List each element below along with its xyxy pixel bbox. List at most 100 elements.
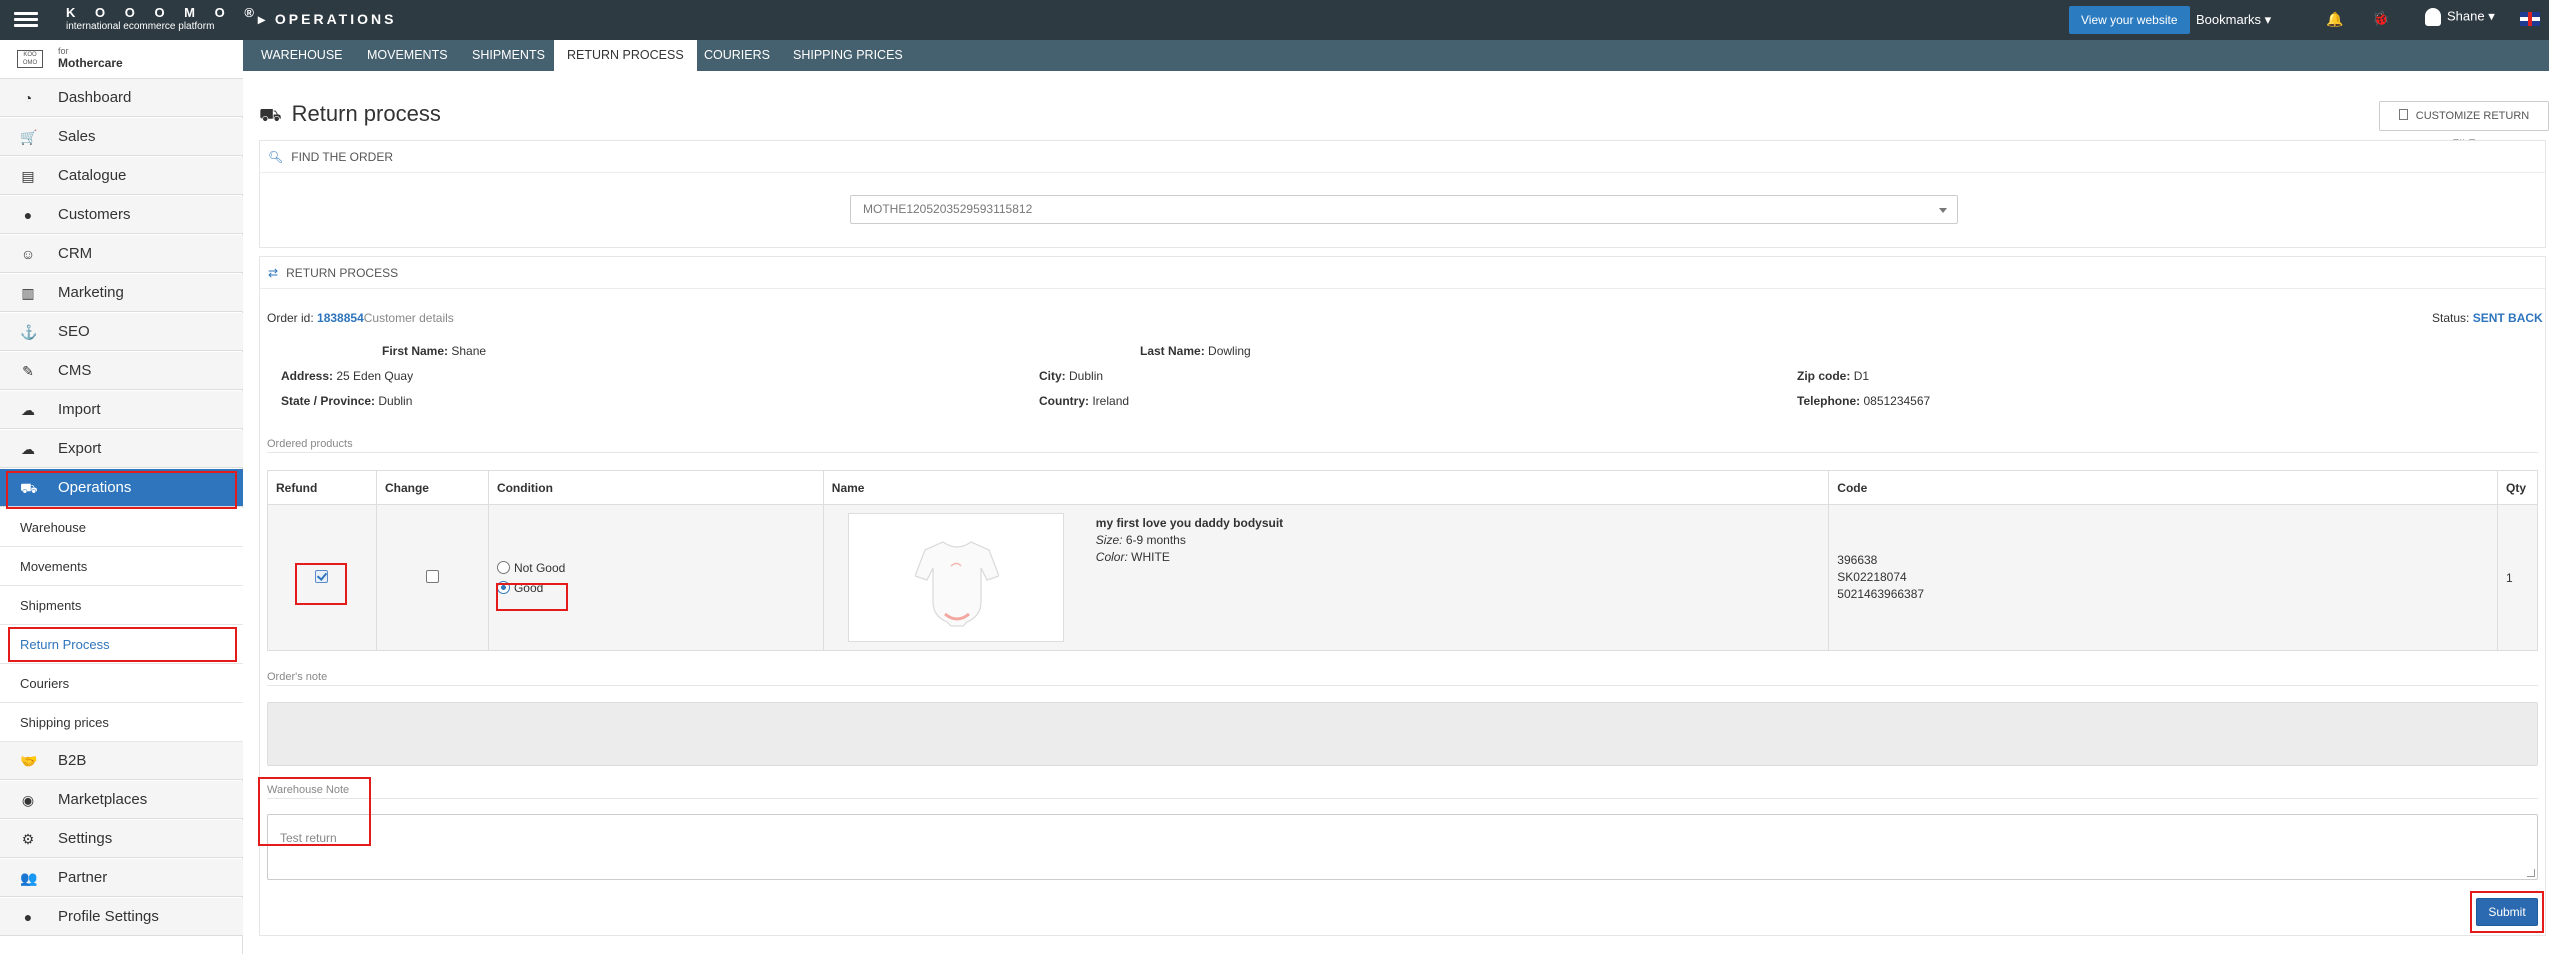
first-name-value: Shane [451, 344, 487, 358]
country: Country: Ireland [1039, 394, 1129, 408]
radio-good[interactable] [496, 580, 510, 594]
order-id-link[interactable]: 1838854 [317, 311, 364, 325]
product-name[interactable]: my first love you daddy bodysuit [1096, 515, 1283, 532]
user-menu[interactable]: Shane ▾ [2425, 8, 2495, 26]
tab-return-process[interactable]: RETURN PROCESS [554, 40, 697, 71]
bug-icon[interactable]: 🐞 [2372, 10, 2389, 27]
color-value: WHITE [1131, 550, 1170, 564]
sidebar-item-label: Customers [58, 206, 131, 223]
refund-checkbox[interactable] [315, 569, 329, 583]
zip-code: Zip code: D1 [1797, 369, 1869, 383]
warehouse-note-input[interactable]: Test return [267, 814, 2538, 880]
sidebar-item-label: Profile Settings [58, 908, 159, 925]
order-id-line: Order id: 1838854Customer details [267, 311, 454, 325]
exchange-icon: ⇄ [268, 266, 279, 280]
bell-icon[interactable]: 🔔 [2326, 11, 2343, 28]
city-value: Dublin [1069, 369, 1104, 383]
resize-handle-icon[interactable] [2527, 869, 2535, 877]
sidebar-item-partner[interactable]: 👥 Partner [0, 859, 243, 897]
page-title-text: Return process [291, 101, 441, 126]
warehouse-note-label: Warehouse Note [267, 784, 350, 796]
header-code: Code [1828, 470, 2498, 505]
city: City: Dublin [1039, 369, 1103, 383]
customize-return-file-button[interactable]: CUSTOMIZE RETURN FILE [2379, 101, 2549, 150]
store-logo-icon: KOO OMO [17, 50, 43, 68]
section-title: ▸ OPERATIONS [258, 11, 397, 27]
page-title: ⛟ Return process [259, 101, 441, 129]
sidebar-item-marketplaces[interactable]: ◉ Marketplaces [0, 781, 243, 819]
sidebar-item-profile-settings[interactable]: ● Profile Settings [0, 898, 243, 936]
divider [267, 685, 2538, 686]
order-status: Status: SENT BACK [2432, 311, 2543, 325]
sidebar-subitem-shipments[interactable]: Shipments [0, 586, 243, 625]
tab-warehouse[interactable]: WAREHOUSE [259, 40, 345, 71]
first-name-label: First Name: [382, 344, 449, 358]
sidebar-item-import[interactable]: ☁ Import [0, 391, 243, 429]
sidebar-item-catalogue[interactable]: ▤ Catalogue [0, 157, 243, 195]
bar-chart-icon: ▥ [21, 285, 35, 301]
chevron-down-icon [1939, 208, 1947, 213]
sidebar-item-label: Operations [58, 479, 132, 496]
change-checkbox[interactable] [425, 569, 439, 583]
store-selector[interactable]: KOO OMO for Mothercare [0, 40, 243, 79]
sidebar-item-label: Import [58, 401, 101, 418]
sidebar-item-export[interactable]: ☁ Export [0, 430, 243, 468]
submit-button[interactable]: Submit [2476, 898, 2538, 926]
sidebar-item-crm[interactable]: ☺ CRM [0, 235, 243, 273]
tab-shipping-prices[interactable]: SHIPPING PRICES [791, 40, 905, 71]
sidebar-item-settings[interactable]: ⚙ Settings [0, 820, 243, 858]
sidebar-subitem-label: Couriers [20, 676, 70, 691]
bookmarks-dropdown[interactable]: Bookmarks ▾ [2196, 12, 2271, 28]
cloud-upload-icon: ☁ [21, 402, 35, 418]
state-value: Dublin [378, 394, 413, 408]
sidebar-item-b2b[interactable]: 🤝 B2B [0, 742, 243, 780]
products-table: Refund Change Condition Name Code Qty No… [267, 470, 2538, 651]
product-code: 396638 [1837, 553, 1878, 567]
sidebar-subitem-return-process[interactable]: Return Process [0, 625, 243, 664]
operations-tabs: WAREHOUSE MOVEMENTS SHIPMENTS RETURN PRO… [243, 40, 2549, 71]
sidebar-item-operations[interactable]: ⛟ Operations [0, 469, 243, 507]
cart-icon: 🛒 [20, 129, 38, 145]
sidebar-item-sales[interactable]: 🛒 Sales [0, 118, 243, 156]
sidebar-item-dashboard[interactable]: ◔ Dashboard [0, 79, 243, 117]
order-note-field [267, 702, 2538, 766]
order-select[interactable]: MOTHE1205203529593115812 [850, 195, 1958, 224]
handshake-icon: 🤝 [20, 753, 38, 769]
sidebar-subitem-warehouse[interactable]: Warehouse [0, 508, 243, 547]
sidebar-item-customers[interactable]: ● Customers [0, 196, 243, 234]
uk-flag-icon[interactable] [2520, 12, 2540, 26]
product-details: my first love you daddy bodysuit Size: 6… [1096, 515, 1283, 566]
tab-movements[interactable]: MOVEMENTS [365, 40, 450, 71]
status-label: Status: [2432, 311, 2470, 325]
divider [267, 798, 2538, 799]
product-ean: 5021463966387 [1837, 587, 1925, 601]
sidebar-item-label: SEO [58, 323, 90, 340]
telephone-label: Telephone: [1797, 394, 1861, 408]
city-label: City: [1039, 369, 1066, 383]
sidebar-item-marketing[interactable]: ▥ Marketing [0, 274, 243, 312]
qty-cell: 1 [2497, 504, 2538, 651]
sidebar-item-label: Marketing [58, 284, 124, 301]
find-order-heading-text: FIND THE ORDER [291, 150, 394, 164]
section-title-text: OPERATIONS [274, 11, 397, 27]
country-value: Ireland [1092, 394, 1130, 408]
customer-details-link[interactable]: Customer details [364, 311, 454, 325]
kooomo-logo[interactable]: K O O O M O ® international ecommerce pl… [66, 5, 262, 32]
menu-icon[interactable] [14, 9, 38, 31]
sidebar-subitem-shipping-prices[interactable]: Shipping prices [0, 703, 243, 742]
condition-not-good[interactable]: Not Good [496, 560, 823, 575]
sidebar-item-seo[interactable]: ⚓ SEO [0, 313, 243, 351]
sidebar-subitem-couriers[interactable]: Couriers [0, 664, 243, 703]
sidebar-item-cms[interactable]: ✎ CMS [0, 352, 243, 390]
state-label: State / Province: [281, 394, 376, 408]
view-website-button[interactable]: View your website [2069, 6, 2190, 34]
product-color: Color: WHITE [1096, 549, 1283, 566]
radio-not-good[interactable] [496, 560, 510, 574]
tab-couriers[interactable]: COURIERS [702, 40, 772, 71]
product-image[interactable] [847, 513, 1064, 642]
sidebar-item-label: Settings [58, 830, 113, 847]
sidebar-subitem-label: Return Process [20, 637, 110, 652]
tab-shipments[interactable]: SHIPMENTS [470, 40, 547, 71]
condition-good[interactable]: Good [496, 580, 823, 595]
sidebar-subitem-movements[interactable]: Movements [0, 547, 243, 586]
